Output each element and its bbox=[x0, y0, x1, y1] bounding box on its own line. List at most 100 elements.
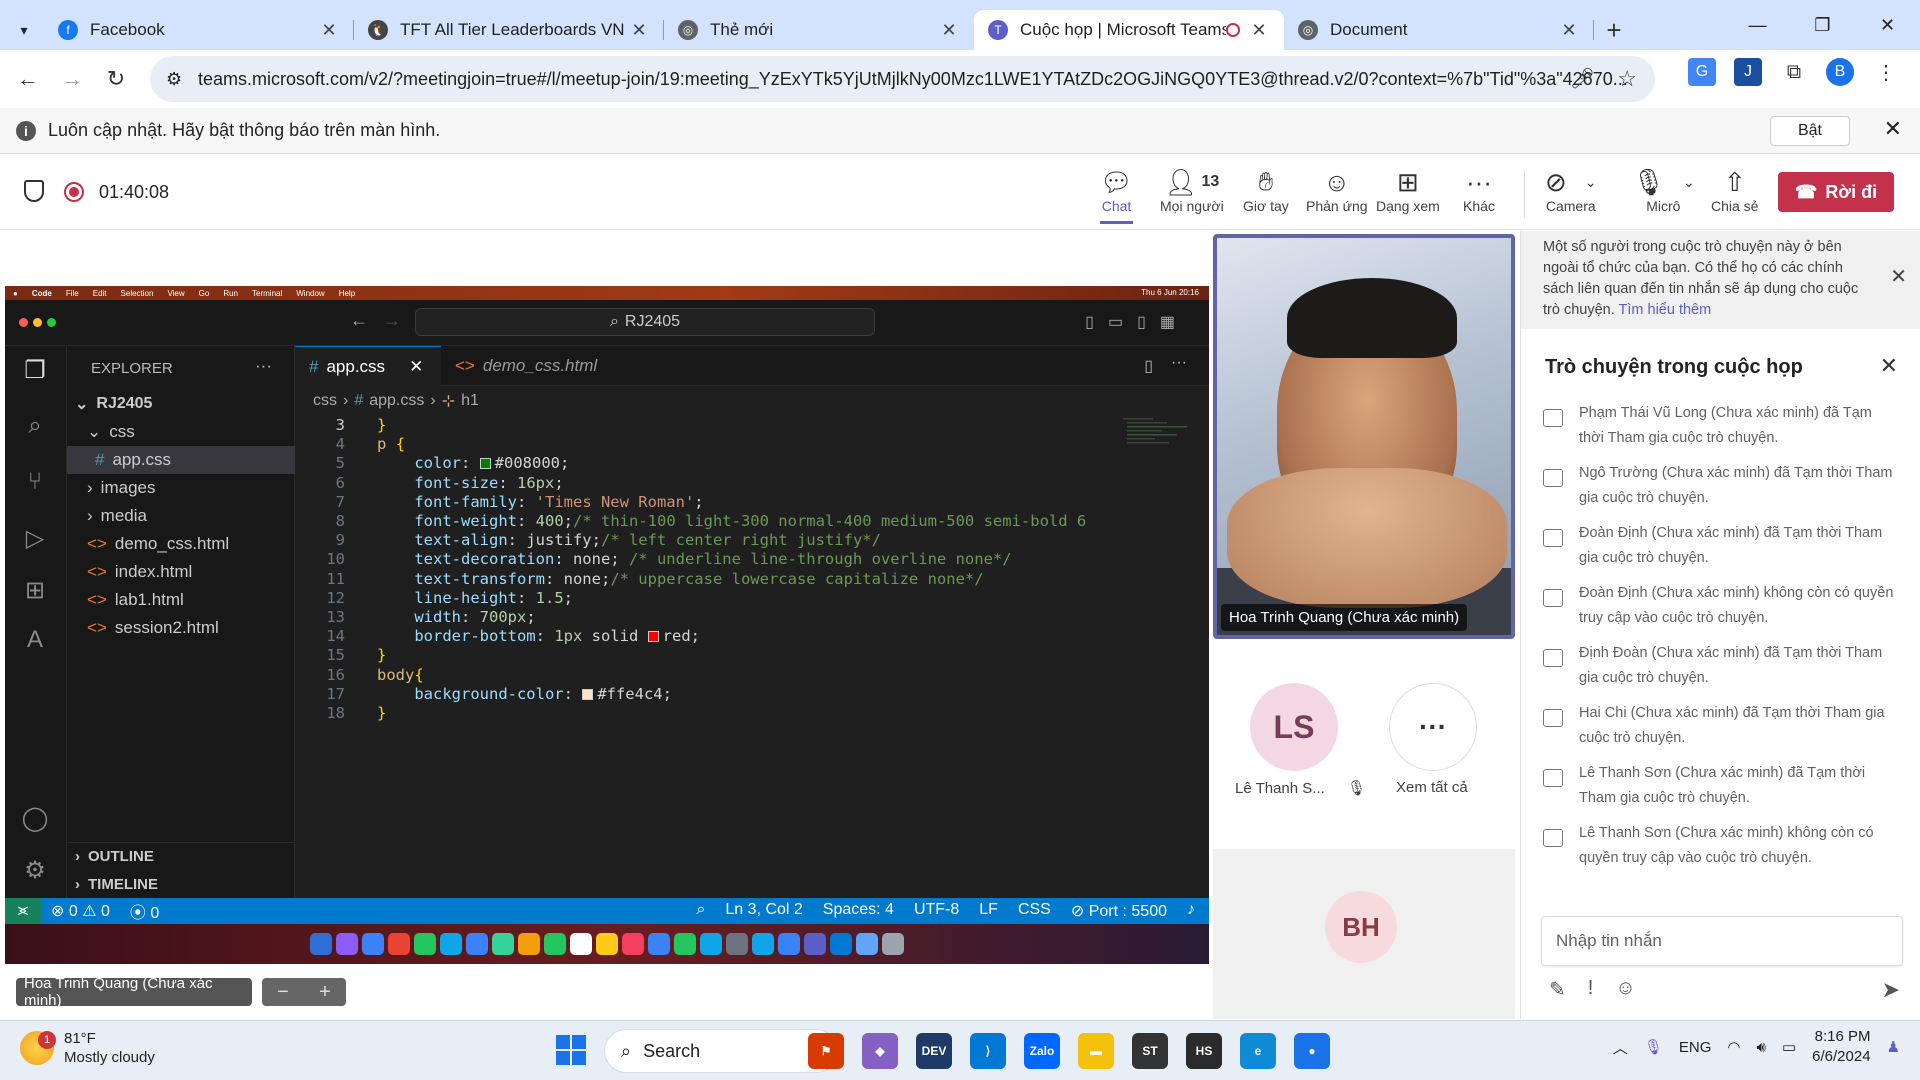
dock-app-icon[interactable] bbox=[752, 933, 774, 955]
minimize-button[interactable]: — bbox=[1725, 0, 1790, 50]
code-line[interactable]: font-size: 16px; bbox=[377, 474, 563, 492]
new-tab-button[interactable]: + bbox=[1594, 10, 1634, 50]
weather-widget[interactable]: 1 81°F Mostly cloudy bbox=[20, 1029, 155, 1067]
explorer-more-icon[interactable]: ··· bbox=[255, 356, 272, 376]
raise-hand-button[interactable]: ✋︎ Giơ tay bbox=[1243, 166, 1289, 224]
close-tab-icon[interactable]: ✕ bbox=[628, 20, 650, 41]
dock-app-icon[interactable] bbox=[882, 933, 904, 955]
mac-menu-item[interactable]: File bbox=[66, 289, 79, 298]
cursor-position[interactable]: Ln 3, Col 2 bbox=[725, 901, 802, 921]
tree-file-session2[interactable]: <> session2.html bbox=[67, 614, 295, 642]
tab-app-css[interactable]: # app.css ✕ bbox=[295, 346, 441, 386]
close-infobar-icon[interactable]: ✕ bbox=[1884, 116, 1902, 142]
bookmark-star-icon[interactable]: ☆ bbox=[1617, 66, 1637, 92]
tree-root[interactable]: ⌄ RJ2405 bbox=[67, 390, 295, 418]
send-icon[interactable]: ➤ bbox=[1882, 977, 1900, 1003]
code-line[interactable]: font-family: 'Times New Roman'; bbox=[377, 493, 703, 511]
close-window-button[interactable]: ✕ bbox=[1855, 0, 1920, 50]
dock-app-icon[interactable] bbox=[778, 933, 800, 955]
code-line[interactable]: background-color: #ffe4c4; bbox=[377, 685, 672, 703]
voice-search-icon[interactable]: 🎤︎ bbox=[1570, 66, 1595, 91]
indentation[interactable]: Spaces: 4 bbox=[823, 901, 894, 921]
minimize-dot-icon[interactable] bbox=[33, 318, 42, 327]
nav-forward-icon[interactable]: → bbox=[383, 310, 401, 331]
mic-options-chevron-icon[interactable]: ⌄ bbox=[1683, 174, 1695, 191]
chrome-app[interactable]: ● bbox=[1294, 1033, 1330, 1069]
code-line[interactable]: } bbox=[377, 646, 386, 664]
code-line[interactable]: text-decoration: none; /* underline line… bbox=[377, 550, 1011, 568]
mac-menu-item[interactable]: Terminal bbox=[252, 289, 282, 298]
code-line[interactable]: width: 700px; bbox=[377, 608, 535, 626]
dock-app-icon[interactable] bbox=[622, 933, 644, 955]
code-line[interactable]: text-align: justify;/* left center right… bbox=[377, 531, 881, 549]
translate-extension-icon[interactable]: G bbox=[1688, 58, 1716, 86]
hs-app[interactable]: HS bbox=[1186, 1033, 1222, 1069]
code-line[interactable]: font-weight: 400;/* thin-100 light-300 n… bbox=[377, 512, 1086, 530]
nav-back-icon[interactable]: ← bbox=[350, 310, 368, 331]
mac-menu-item[interactable]: Help bbox=[339, 289, 355, 298]
zalo-app[interactable]: Zalo bbox=[1024, 1033, 1060, 1069]
dock-app-icon[interactable] bbox=[310, 933, 332, 955]
dock-app-icon[interactable] bbox=[336, 933, 358, 955]
run-debug-icon[interactable]: ▷ bbox=[19, 522, 51, 554]
tree-folder-css[interactable]: ⌄ css bbox=[67, 418, 295, 446]
wifi-icon[interactable]: ◠ bbox=[1727, 1038, 1740, 1056]
close-chat-icon[interactable]: ✕ bbox=[1880, 353, 1898, 379]
dock-app-icon[interactable] bbox=[518, 933, 540, 955]
copilot-app[interactable]: ◆ bbox=[862, 1033, 898, 1069]
dock-app-icon[interactable] bbox=[856, 933, 878, 955]
message-input[interactable]: Nhập tin nhắn bbox=[1541, 916, 1903, 966]
dev-home-app[interactable]: DEV bbox=[916, 1033, 952, 1069]
dock-app-icon[interactable] bbox=[414, 933, 436, 955]
taskbar-search[interactable]: ⌕ Search bbox=[604, 1029, 838, 1073]
dock-app-icon[interactable] bbox=[674, 933, 696, 955]
address-bar[interactable]: ⚙ teams.microsoft.com/v2/?meetingjoin=tr… bbox=[150, 56, 1655, 102]
dock-app-icon[interactable] bbox=[440, 933, 462, 955]
mac-menu-item[interactable]: Edit bbox=[93, 289, 107, 298]
show-hidden-icons-chevron[interactable]: ︿ bbox=[1613, 1037, 1628, 1058]
code-line[interactable]: border-bottom: 1px solid red; bbox=[377, 627, 700, 645]
command-center-search[interactable]: ⌕ RJ2405 bbox=[415, 308, 875, 336]
maximize-button[interactable]: ❐ bbox=[1790, 0, 1855, 50]
mic-tray-icon[interactable]: 🎙︎ bbox=[1644, 1038, 1663, 1056]
layout-toggle-icons[interactable]: ▯▭▯▦ bbox=[1085, 312, 1189, 332]
vscode-app[interactable]: ⟩ bbox=[970, 1033, 1006, 1069]
people-button[interactable]: 👤︎ 13 Mọi người bbox=[1160, 166, 1224, 224]
enable-notifications-button[interactable]: Bật bbox=[1770, 116, 1850, 146]
browser-menu-icon[interactable]: ⋮ bbox=[1872, 58, 1900, 86]
zoom-icon[interactable]: ⌕ bbox=[696, 901, 705, 921]
code-line[interactable]: color: #008000; bbox=[377, 454, 569, 472]
share-button[interactable]: ⇧ Chia sẻ bbox=[1711, 166, 1758, 224]
avatar-ls[interactable]: LS bbox=[1250, 683, 1338, 771]
crumb-css[interactable]: css bbox=[313, 392, 337, 410]
code-line[interactable]: text-transform: none;/* uppercase lowerc… bbox=[377, 570, 983, 588]
code-line[interactable]: line-height: 1.5; bbox=[377, 589, 573, 607]
tree-file-index[interactable]: <> index.html bbox=[67, 558, 295, 586]
azure-icon[interactable]: A bbox=[19, 624, 51, 656]
volume-icon[interactable]: 🔊︎ bbox=[1757, 1039, 1766, 1056]
mac-menu-item[interactable]: Go bbox=[199, 289, 210, 298]
dock-app-icon[interactable] bbox=[830, 933, 852, 955]
extension-icon[interactable]: J bbox=[1734, 58, 1762, 86]
editor-more-icon[interactable]: ··· bbox=[1171, 354, 1187, 372]
dock-app-icon[interactable] bbox=[544, 933, 566, 955]
participant-video[interactable]: Hoa Trinh Quang (Chưa xác minh) bbox=[1213, 234, 1515, 639]
file-explorer-app[interactable]: ▬ bbox=[1078, 1033, 1114, 1069]
browser-tab[interactable]: ◎ Thẻ mới ✕ bbox=[664, 10, 974, 50]
mac-menu-item[interactable]: Selection bbox=[121, 289, 154, 298]
tab-demo-css[interactable]: <> demo_css.html bbox=[441, 346, 611, 386]
dock-app-icon[interactable] bbox=[726, 933, 748, 955]
learn-more-link[interactable]: Tìm hiểu thêm bbox=[1619, 302, 1712, 318]
browser-tab[interactable]: 🐧 TFT All Tier Leaderboards VN - ✕ bbox=[354, 10, 664, 50]
tree-folder-images[interactable]: › images bbox=[67, 474, 295, 502]
language-mode[interactable]: CSS bbox=[1018, 901, 1051, 921]
split-editor-icon[interactable]: ▯ bbox=[1144, 356, 1153, 376]
site-info-icon[interactable]: ⚙ bbox=[166, 69, 182, 90]
see-all-button[interactable]: ··· bbox=[1389, 683, 1477, 771]
code-line[interactable]: body{ bbox=[377, 666, 424, 684]
tree-file-app-css[interactable]: # app.css bbox=[67, 446, 295, 474]
shield-icon[interactable] bbox=[24, 180, 44, 202]
mac-menu-item[interactable]: Run bbox=[223, 289, 238, 298]
mac-menu-item[interactable]: Code bbox=[32, 289, 52, 298]
notifications-bell-icon[interactable]: ♪ bbox=[1187, 901, 1195, 921]
